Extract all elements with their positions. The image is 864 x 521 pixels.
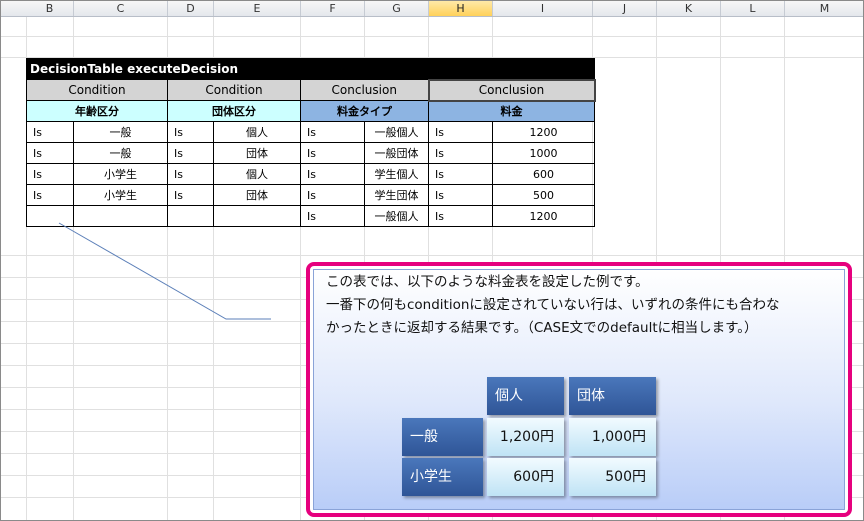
price-cell-elementary-individual: 600円 [487, 458, 564, 496]
price-cell-general-individual: 1,200円 [487, 418, 564, 456]
price-row-header-elementary: 小学生 [402, 458, 483, 496]
callout-line-3: かったときに返却する結果です。（CASE文でのdefaultに相当します。） [326, 320, 758, 336]
price-row-header-general: 一般 [402, 418, 483, 456]
price-col-header-group: 団体 [569, 377, 656, 415]
callout-text: この表では、以下のような料金表を設定した例です。 一番下の何もcondition… [326, 271, 846, 340]
price-cell-elementary-group: 500円 [569, 458, 656, 496]
callout-line-1: この表では、以下のような料金表を設定した例です。 [326, 274, 649, 290]
price-cell-general-group: 1,000円 [569, 418, 656, 456]
price-col-header-individual: 個人 [487, 377, 564, 415]
spreadsheet-window: B C D E F G H I J K L M DecisionTable ex… [0, 0, 864, 521]
callout-line-2: 一番下の何もconditionに設定されていない行は、いずれの条件にも合わな [326, 297, 780, 313]
